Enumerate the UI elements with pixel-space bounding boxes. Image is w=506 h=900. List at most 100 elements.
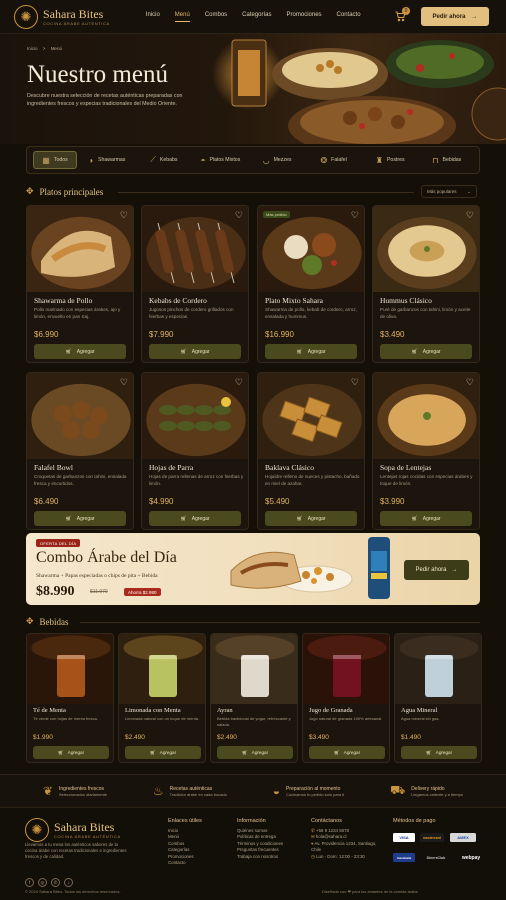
- add-to-cart-button[interactable]: 🛒︎ Agregar: [265, 344, 357, 359]
- order-now-button[interactable]: Pedir ahora →: [421, 7, 489, 26]
- breadcrumb-home[interactable]: Inicio: [27, 46, 38, 51]
- menu-card[interactable]: ♡ Shawarma de Pollo Pollo marinado con esp…: [26, 205, 134, 363]
- add-to-cart-button[interactable]: 🛒︎ Agregar: [34, 344, 126, 359]
- dish-image[interactable]: [258, 373, 364, 459]
- menu-card[interactable]: ♡ Hojas de Parra Hojas de parra rellenas d…: [141, 372, 249, 530]
- drink-image[interactable]: [303, 634, 389, 704]
- footer-logo[interactable]: ✺ Sahara Bites COCINA ÁRABE AUTÉNTICA: [25, 818, 121, 842]
- drink-price: $1.490: [401, 734, 421, 741]
- sort-dropdown[interactable]: Más populares ⌄: [421, 185, 477, 198]
- menu-card[interactable]: ♡ Falafel Bowl Croquetas de garbanzos con …: [26, 372, 134, 530]
- promo-saving-badge: Ahorra $2.980: [124, 588, 161, 596]
- nav-link-inicio[interactable]: Inicio: [146, 12, 160, 22]
- footer-link[interactable]: Preguntas frecuentes: [237, 847, 283, 853]
- footer-payment-title: Métodos de pago: [393, 818, 436, 824]
- nav-link-contacto[interactable]: Contacto: [337, 12, 361, 22]
- category-tab-bebidas[interactable]: ⊓ Bebidas: [420, 151, 473, 169]
- logo-emblem-icon: ✺: [25, 818, 49, 842]
- add-to-cart-button[interactable]: 🛒︎ Agregar: [149, 511, 241, 526]
- facebook-icon[interactable]: f: [25, 878, 34, 887]
- feature-item: ⛟ Delivery rápido Llegamos caliente y a ti…: [390, 783, 463, 799]
- category-tab-postres[interactable]: ♜ Postres: [364, 151, 417, 169]
- category-tab-mezzes[interactable]: ◡ Mezzes: [251, 151, 304, 169]
- heart-icon[interactable]: ♡: [351, 377, 359, 388]
- drink-image[interactable]: [395, 634, 481, 704]
- menu-card[interactable]: ♡ Kebabs de Cordero Jugosos pinchos de cor…: [141, 205, 249, 363]
- brand-logo[interactable]: ✺ Sahara Bites COCINA ÁRABE AUTÉNTICA: [14, 4, 110, 29]
- add-label: Agregar: [307, 515, 326, 522]
- nav-link-promociones[interactable]: Promociones: [287, 12, 322, 22]
- heart-icon[interactable]: ♡: [120, 377, 128, 388]
- cart-icon: 🛒︎: [411, 348, 418, 355]
- footer-contact-title: Contáctanos: [311, 818, 342, 824]
- category-label: Shawarmas: [98, 157, 126, 163]
- contact-address-text: Av. Providencia 1234, Santiago, Chile: [311, 840, 377, 853]
- whatsapp-icon[interactable]: ✆: [51, 878, 60, 887]
- drink-image[interactable]: [119, 634, 205, 704]
- promo-order-button[interactable]: Pedir ahora →: [404, 560, 469, 580]
- add-label: Agregar: [251, 750, 269, 755]
- menu-card[interactable]: ♡ Sopa de Lentejas Lentejas rojas cocidas …: [372, 372, 480, 530]
- add-to-cart-button[interactable]: 🛒︎ Agregar: [309, 746, 385, 759]
- add-to-cart-button[interactable]: 🛒︎ Agregar: [149, 344, 241, 359]
- cart-icon: 🛒︎: [180, 348, 187, 355]
- heart-icon[interactable]: ♡: [120, 210, 128, 221]
- heart-icon[interactable]: ♡: [235, 210, 243, 221]
- nav-link-combos[interactable]: Combos: [205, 12, 227, 22]
- menu-card[interactable]: ♡ Hummus Clásico Puré de garbanzos con tah…: [372, 205, 480, 363]
- drink-card[interactable]: Ayran Bebida tradicional de yogur, refres…: [210, 633, 298, 763]
- category-tab-platos-mixtos[interactable]: ◓ Platos Mixtos: [194, 151, 247, 169]
- dish-name: Plato Mixto Sahara: [265, 296, 323, 305]
- add-to-cart-button[interactable]: 🛒︎ Agregar: [380, 344, 472, 359]
- instagram-icon[interactable]: ◎: [38, 878, 47, 887]
- drink-price: $2.490: [125, 734, 145, 741]
- promo-tag: OFERTA DEL DÍA: [36, 539, 81, 547]
- heart-icon[interactable]: ♡: [235, 377, 243, 388]
- dish-description: Shawarma de pollo, kebab de cordero, arr…: [265, 307, 357, 319]
- dish-image[interactable]: [373, 206, 479, 292]
- dish-image[interactable]: [27, 206, 133, 292]
- add-to-cart-button[interactable]: 🛒︎ Agregar: [34, 511, 126, 526]
- drink-image[interactable]: [211, 634, 297, 704]
- drink-card[interactable]: Jugo de Granada Jugo natural de granada 1…: [302, 633, 390, 763]
- nav-link-menu[interactable]: Menú: [174, 12, 190, 22]
- cart-button[interactable]: 0: [394, 7, 410, 25]
- tiktok-icon[interactable]: ♪: [64, 878, 73, 887]
- footer-link[interactable]: Contacto: [168, 860, 202, 866]
- divider: [80, 622, 480, 623]
- arrow-right-icon: →: [451, 567, 458, 573]
- drink-description: Bebida tradicional de yogur, refrescante…: [217, 716, 291, 727]
- drink-card[interactable]: Limonada con Menta Limonada natural con u…: [118, 633, 206, 763]
- amex-logo: AMEX: [450, 833, 476, 842]
- add-to-cart-button[interactable]: 🛒︎ Agregar: [380, 511, 472, 526]
- menu-card[interactable]: ♡ Baklava Clásico Hojaldre relleno de nuec…: [257, 372, 365, 530]
- drink-card[interactable]: Agua Mineral Agua mineral sin gas. $1.490 🛒…: [394, 633, 482, 763]
- footer-info-title: Información: [237, 818, 266, 824]
- dish-image[interactable]: [258, 206, 364, 292]
- cart-icon: 🛒︎: [241, 749, 248, 755]
- dish-image[interactable]: [142, 373, 248, 459]
- heart-icon[interactable]: ♡: [351, 210, 359, 221]
- dish-image[interactable]: [27, 373, 133, 459]
- category-tab-todos[interactable]: ▦ Todos: [33, 151, 77, 169]
- add-to-cart-button[interactable]: 🛒︎ Agregar: [125, 746, 201, 759]
- footer-link[interactable]: Trabaja con nosotros: [237, 854, 283, 860]
- add-label: Agregar: [76, 515, 95, 522]
- dish-image[interactable]: [373, 373, 479, 459]
- category-tab-falafel[interactable]: ❂ Falafel: [307, 151, 360, 169]
- add-to-cart-button[interactable]: 🛒︎ Agregar: [401, 746, 477, 759]
- drink-card[interactable]: Té de Menta Té verde con hojas de menta f…: [26, 633, 114, 763]
- heart-icon[interactable]: ♡: [466, 377, 474, 388]
- add-to-cart-button[interactable]: 🛒︎ Agregar: [33, 746, 109, 759]
- menu-card[interactable]: Más pedido ♡ Plato Mixto Sahara Shawarma de…: [257, 205, 365, 363]
- nav-link-categorias[interactable]: Categorías: [242, 12, 271, 22]
- feature-item: ♨ Recetas auténticas Tradición árabe en ca…: [153, 784, 227, 798]
- category-tab-kebabs[interactable]: ⟋ Kebabs: [138, 151, 191, 169]
- promo-button-label: Pedir ahora: [415, 567, 447, 573]
- add-to-cart-button[interactable]: 🛒︎ Agregar: [265, 511, 357, 526]
- heart-icon[interactable]: ♡: [466, 210, 474, 221]
- drink-image[interactable]: [27, 634, 113, 704]
- category-tab-shawarmas[interactable]: ◗ Shawarmas: [81, 151, 134, 169]
- dish-image[interactable]: [142, 206, 248, 292]
- add-to-cart-button[interactable]: 🛒︎ Agregar: [217, 746, 293, 759]
